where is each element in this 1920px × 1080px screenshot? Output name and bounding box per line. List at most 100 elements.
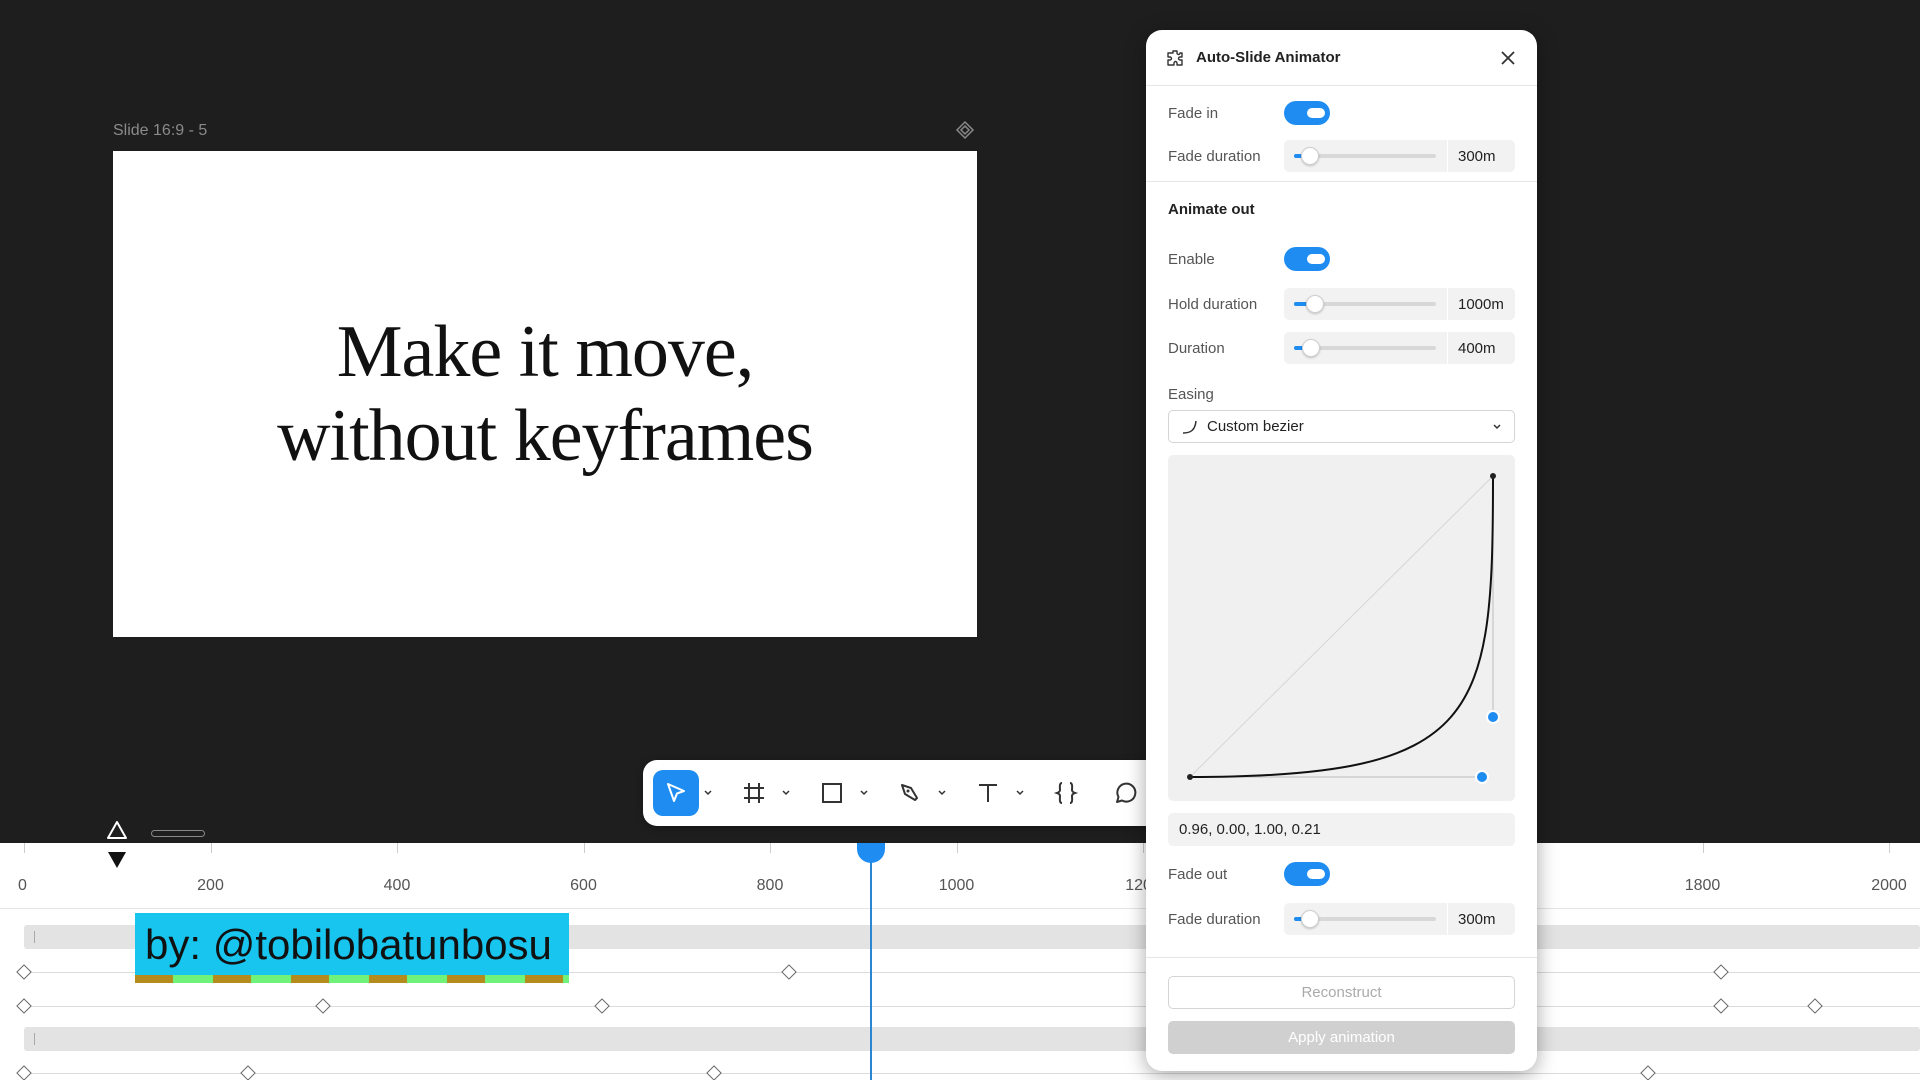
keyframe-marker[interactable] (1640, 1065, 1656, 1080)
keyframe-marker[interactable] (16, 998, 32, 1014)
close-icon[interactable] (1499, 49, 1517, 67)
ruler-label: 400 (383, 877, 411, 894)
ruler-tick (1889, 843, 1890, 853)
animate-out-heading: Animate out (1168, 201, 1255, 218)
fade-in-toggle[interactable] (1284, 101, 1330, 125)
fade-out-row: Fade out (1168, 858, 1515, 890)
comment-bubble-icon (1116, 782, 1137, 803)
fade-in-duration-value[interactable]: 300m (1458, 148, 1510, 165)
shape-tool-button[interactable] (809, 770, 855, 816)
keyframe-marker[interactable] (781, 964, 797, 980)
fade-in-label: Fade in (1168, 104, 1219, 122)
triangle-up-icon[interactable] (106, 820, 128, 840)
duration-label: Duration (1168, 339, 1225, 357)
bezier-curve-graph[interactable] (1168, 455, 1515, 801)
timeline-ruler[interactable]: 0200400600800100012001400160018002000 (0, 843, 1920, 909)
duration-value[interactable]: 400m (1458, 340, 1510, 357)
duration-row: Duration 400m (1168, 332, 1515, 364)
keyframe-marker[interactable] (240, 1065, 256, 1080)
headline-line-1: Make it move, (336, 311, 755, 393)
frame-tool-button[interactable] (731, 770, 777, 816)
hold-duration-row: Hold duration 1000m (1168, 288, 1515, 320)
easing-label: Easing (1168, 386, 1214, 403)
chevron-down-icon (938, 790, 946, 796)
easing-dropdown[interactable]: Custom bezier (1168, 410, 1515, 443)
fade-in-duration-slider[interactable]: 300m (1284, 140, 1515, 172)
fade-in-row: Fade in (1168, 97, 1515, 129)
bezier-values-field[interactable]: 0.96, 0.00, 1.00, 0.21 (1168, 813, 1515, 846)
ruler-tick (956, 843, 958, 853)
chevron-down-icon (704, 790, 712, 796)
ruler-label: 0 (18, 877, 27, 894)
hold-duration-value[interactable]: 1000m (1458, 296, 1510, 313)
move-tool-button[interactable] (653, 770, 699, 816)
curly-braces-icon (1053, 782, 1079, 804)
fade-out-label: Fade out (1168, 865, 1228, 883)
triangle-down-icon[interactable] (106, 850, 128, 870)
component-icon (955, 120, 975, 140)
comment-tool-button[interactable] (1103, 770, 1149, 816)
keyframe-marker[interactable] (16, 964, 32, 980)
tools-toolbar (643, 760, 1163, 826)
section-divider (1146, 957, 1537, 958)
ruler-tick (770, 843, 771, 853)
chevron-down-icon (782, 790, 790, 796)
slide-frame[interactable]: Make it move, without keyframes (113, 151, 977, 637)
playhead-line[interactable] (870, 843, 872, 1080)
frame-tool-caret[interactable] (777, 788, 795, 798)
enable-toggle[interactable] (1284, 247, 1330, 271)
shape-tool-caret[interactable] (855, 788, 873, 798)
apply-animation-button[interactable]: Apply animation (1168, 1021, 1515, 1054)
keyframe-track (24, 1006, 1920, 1007)
code-tool-button[interactable] (1043, 770, 1089, 816)
keyframe-marker[interactable] (315, 998, 331, 1014)
rectangle-icon (822, 783, 842, 803)
fade-out-duration-slider[interactable]: 300m (1284, 903, 1515, 935)
move-tool-caret[interactable] (699, 788, 717, 798)
enable-label: Enable (1168, 250, 1215, 268)
slider-thumb[interactable] (1306, 295, 1324, 313)
text-tool-button[interactable] (965, 770, 1011, 816)
reconstruct-button[interactable]: Reconstruct (1168, 976, 1515, 1009)
keyframe-marker[interactable] (16, 1065, 32, 1080)
plugin-icon (1167, 49, 1183, 66)
headline-line-2: without keyframes (277, 395, 814, 477)
slide-headline[interactable]: Make it move, without keyframes (277, 310, 814, 478)
bezier-curve-editor[interactable] (1168, 455, 1515, 801)
text-icon (979, 784, 997, 802)
keyframe-marker[interactable] (594, 998, 610, 1014)
ruler-tick (24, 843, 25, 853)
chevron-down-icon (1493, 423, 1501, 429)
panel-header: Auto-Slide Animator (1146, 30, 1537, 86)
curve-start-point (1187, 774, 1193, 780)
fade-out-duration-value[interactable]: 300m (1458, 911, 1510, 928)
pen-tool-button[interactable] (887, 770, 933, 816)
keyframe-marker[interactable] (1807, 998, 1823, 1014)
ruler-tick (1143, 843, 1144, 853)
timeline-track-bar[interactable] (24, 1027, 1920, 1051)
frame-label[interactable]: Slide 16:9 - 5 (113, 122, 207, 140)
chevron-down-icon (860, 790, 868, 796)
curve-end-point (1490, 473, 1496, 479)
slider-thumb[interactable] (1302, 339, 1320, 357)
panel-title: Auto-Slide Animator (1196, 49, 1341, 66)
control-point-2 (1486, 710, 1500, 724)
timeline-scroll-handle[interactable] (151, 830, 205, 837)
ruler-label: 1000 (938, 877, 975, 894)
pen-tool-caret[interactable] (933, 788, 951, 798)
text-tool-caret[interactable] (1011, 788, 1029, 798)
slider-thumb[interactable] (1301, 910, 1319, 928)
duration-slider[interactable]: 400m (1284, 332, 1515, 364)
ruler-tick (397, 843, 398, 853)
ruler-label: 2000 (1871, 877, 1907, 894)
hold-duration-slider[interactable]: 1000m (1284, 288, 1515, 320)
control-point-1 (1475, 770, 1489, 784)
slider-thumb[interactable] (1301, 147, 1319, 165)
keyframe-marker[interactable] (1713, 964, 1729, 980)
ruler-tick (1702, 843, 1704, 853)
fade-out-duration-label: Fade duration (1168, 910, 1261, 928)
curve-icon (1182, 420, 1197, 434)
fade-out-toggle[interactable] (1284, 862, 1330, 886)
keyframe-marker[interactable] (1713, 998, 1729, 1014)
keyframe-marker[interactable] (706, 1065, 722, 1080)
